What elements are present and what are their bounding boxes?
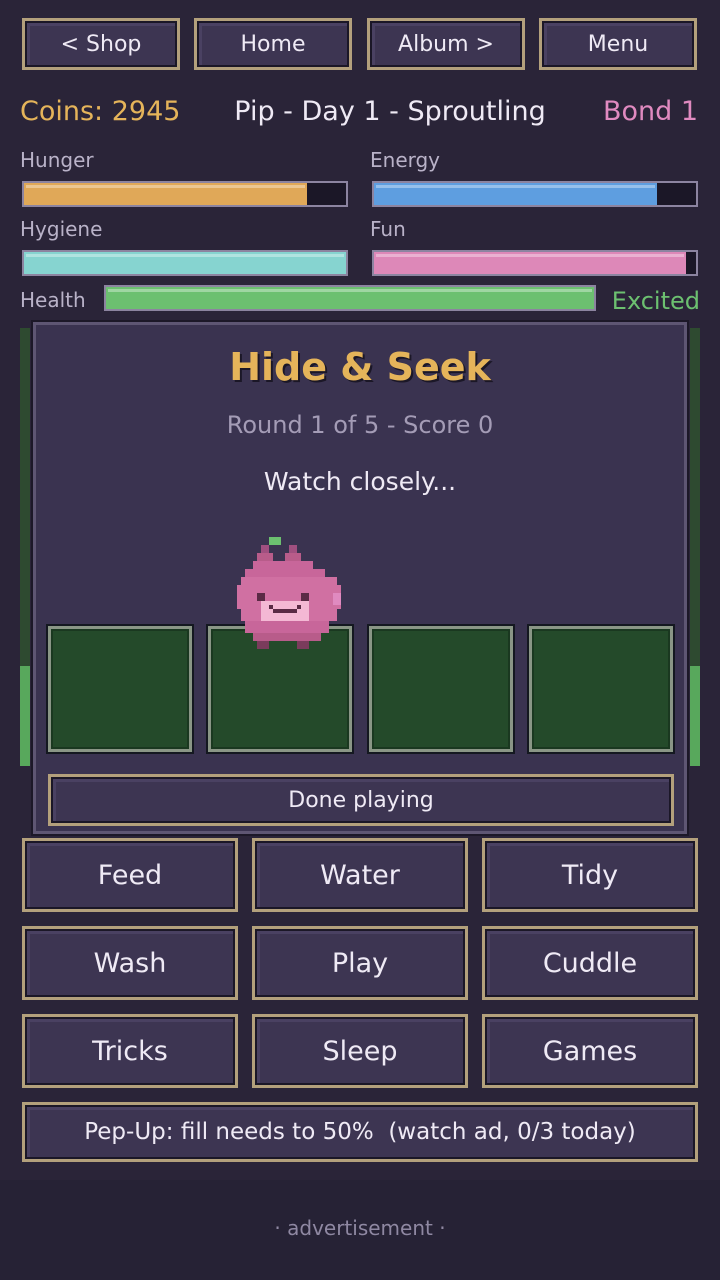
wash-label: Wash xyxy=(93,947,167,979)
right-strip-light xyxy=(690,666,700,766)
pep-up-label: Pep-Up: fill needs to 50% (watch ad, 0/3… xyxy=(84,1119,636,1145)
album-button-label: Album > xyxy=(398,31,494,57)
left-side-strip xyxy=(20,328,30,766)
cuddle-button[interactable]: Cuddle xyxy=(482,926,698,1000)
round-info: Round 1 of 5 - Score 0 xyxy=(226,411,494,439)
minigame-title: Hide & Seek xyxy=(229,345,491,389)
energy-bar xyxy=(372,181,698,207)
done-playing-label: Done playing xyxy=(288,787,434,813)
health-bar xyxy=(104,285,596,311)
hygiene-bar-fill xyxy=(24,252,346,274)
hunger-label: Hunger xyxy=(20,148,94,172)
feed-label: Feed xyxy=(97,859,163,891)
mood-status: Excited xyxy=(611,287,700,315)
tricks-label: Tricks xyxy=(92,1035,168,1067)
hygiene-label: Hygiene xyxy=(20,217,103,241)
fun-label: Fun xyxy=(370,217,406,241)
ad-label: · advertisement · xyxy=(274,1216,446,1240)
pep-up-button[interactable]: Pep-Up: fill needs to 50% (watch ad, 0/3… xyxy=(22,1102,698,1162)
right-side-strip xyxy=(690,328,700,766)
play-button[interactable]: Play xyxy=(252,926,468,1000)
hunger-bar xyxy=(22,181,348,207)
minigame-panel: Hide & Seek Round 1 of 5 - Score 0 Watch… xyxy=(33,322,687,834)
wash-button[interactable]: Wash xyxy=(22,926,238,1000)
game-status: Watch closely... xyxy=(263,467,457,496)
energy-bar-fill xyxy=(374,183,658,205)
home-button[interactable]: Home xyxy=(194,18,352,70)
shop-button[interactable]: < Shop xyxy=(22,18,180,70)
play-label: Play xyxy=(331,947,389,979)
hiding-spot-4[interactable] xyxy=(529,626,673,752)
pet-sprite xyxy=(237,537,341,649)
tidy-button[interactable]: Tidy xyxy=(482,838,698,912)
bond-level: Bond 1 xyxy=(602,96,698,127)
hiding-spot-1[interactable] xyxy=(48,626,192,752)
left-strip-light xyxy=(20,666,30,766)
games-label: Games xyxy=(542,1035,638,1067)
menu-button-label: Menu xyxy=(587,31,649,57)
sleep-label: Sleep xyxy=(322,1035,398,1067)
fun-bar xyxy=(372,250,698,276)
hiding-spot-3[interactable] xyxy=(369,626,513,752)
home-button-label: Home xyxy=(240,31,306,57)
shop-button-label: < Shop xyxy=(60,31,142,57)
health-bar-fill xyxy=(106,287,594,309)
done-playing-button[interactable]: Done playing xyxy=(48,774,674,826)
feed-button[interactable]: Feed xyxy=(22,838,238,912)
energy-label: Energy xyxy=(370,148,441,172)
water-label: Water xyxy=(320,859,400,891)
fun-bar-fill xyxy=(374,252,687,274)
album-button[interactable]: Album > xyxy=(367,18,525,70)
hygiene-bar xyxy=(22,250,348,276)
tricks-button[interactable]: Tricks xyxy=(22,1014,238,1088)
menu-button[interactable]: Menu xyxy=(539,18,697,70)
water-button[interactable]: Water xyxy=(252,838,468,912)
tidy-label: Tidy xyxy=(561,859,619,891)
sleep-button[interactable]: Sleep xyxy=(252,1014,468,1088)
health-label: Health xyxy=(20,288,86,312)
hunger-bar-fill xyxy=(24,183,308,205)
cuddle-label: Cuddle xyxy=(542,947,638,979)
games-button[interactable]: Games xyxy=(482,1014,698,1088)
